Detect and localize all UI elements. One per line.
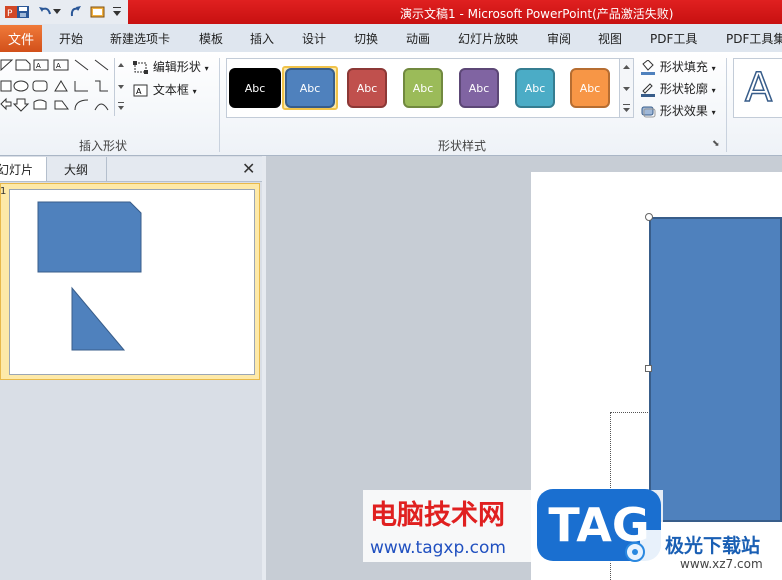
svg-text:A: A (136, 87, 142, 96)
shape-icons: A A (0, 59, 109, 112)
tab-template[interactable]: 模板 (199, 30, 223, 47)
window-title: 演示文稿1 - Microsoft PowerPoint(产品激活失败) (400, 7, 674, 21)
save-icon[interactable] (14, 3, 32, 21)
shape-effects-icon (641, 106, 656, 118)
tab-slides-label: 幻灯片 (0, 162, 33, 177)
watermark-site-url: www.tagxp.com (370, 538, 506, 558)
watermark-brand: 极光下载站 (665, 535, 761, 557)
watermark-brand-url: www.xz7.com (680, 557, 763, 571)
edit-shape-icon (133, 60, 148, 74)
customize-toolbar-icon[interactable] (110, 3, 124, 21)
tab-outline[interactable]: 大纲 (46, 157, 107, 181)
thumbnail-shapes (37, 201, 142, 351)
edit-shape-button[interactable]: 编辑形状 ▾ (133, 58, 209, 75)
undo-dropdown-icon[interactable] (52, 3, 62, 21)
text-box-label: 文本框 (152, 83, 189, 97)
group-separator (726, 58, 727, 152)
watermark-site-name: 电脑技术网 (370, 500, 505, 531)
dropdown-arrow-icon: ▾ (192, 87, 197, 96)
svg-text:A: A (56, 62, 61, 70)
tab-view[interactable]: 视图 (598, 30, 622, 47)
shape-style-6[interactable]: Abc (507, 66, 563, 110)
tab-pdf-tools[interactable]: PDF工具 (650, 30, 697, 47)
brand-logo-icon (625, 540, 645, 567)
edit-shape-label: 编辑形状 (152, 60, 201, 74)
dialog-launcher-icon[interactable]: ⬊ (712, 139, 720, 149)
shape-style-1[interactable]: Abc (227, 66, 283, 110)
tab-slideshow[interactable]: 幻灯片放映 (458, 30, 518, 47)
shape-style-4[interactable]: Abc (395, 66, 451, 110)
shape-fill-button[interactable]: 形状填充 ▾ (640, 58, 716, 75)
slide-number: 1 (0, 186, 7, 197)
shape-effects-button[interactable]: 形状效果 ▾ (640, 102, 716, 119)
tab-review[interactable]: 审阅 (547, 30, 571, 47)
shape-effects-label: 形状效果 (659, 104, 708, 118)
shape-style-scroll[interactable] (619, 58, 634, 118)
svg-text:P: P (7, 9, 13, 19)
group-separator (219, 58, 220, 152)
shapes-gallery-scroll[interactable] (114, 58, 127, 116)
close-panel-icon[interactable]: ✕ (242, 159, 255, 178)
tab-file[interactable]: 文件 (0, 25, 42, 52)
shape-style-swatch: Abc (403, 68, 443, 108)
dropdown-arrow-icon: ▾ (711, 86, 716, 95)
shape-style-swatch: Abc (229, 68, 281, 108)
tab-design[interactable]: 设计 (302, 30, 326, 47)
wordart-style-gallery[interactable]: A (733, 58, 782, 118)
shape-outline-button[interactable]: 形状轮廓 ▾ (640, 80, 716, 97)
shapes-gallery[interactable]: A A (0, 58, 120, 121)
group-label-shape-styles: 形状样式 (438, 139, 487, 153)
shape-style-swatch: Abc (285, 68, 335, 108)
slide-thumbnail[interactable] (9, 189, 255, 375)
tab-outline-label: 大纲 (63, 162, 88, 177)
shape-style-2-selected[interactable]: Abc (282, 66, 338, 110)
tab-slides[interactable]: 幻灯片 (0, 157, 47, 181)
tab-transition[interactable]: 切换 (354, 30, 378, 47)
resize-handle-top-left[interactable] (645, 213, 653, 221)
text-box-button[interactable]: A 文本框 ▾ (133, 81, 197, 98)
tab-pdf-toolset[interactable]: PDF工具集 (726, 30, 782, 47)
tab-insert[interactable]: 插入 (250, 30, 274, 47)
shape-style-5[interactable]: Abc (451, 66, 507, 110)
tab-animation[interactable]: 动画 (406, 30, 430, 47)
group-label-insert-shapes: 插入形状 (79, 139, 128, 153)
dropdown-arrow-icon: ▾ (711, 64, 716, 73)
redo-icon[interactable] (67, 3, 85, 21)
resize-handle-left[interactable] (645, 365, 652, 372)
shape-style-7[interactable]: Abc (562, 66, 618, 110)
tab-new-tab[interactable]: 新建选项卡 (110, 30, 170, 47)
paint-bucket-icon (641, 59, 655, 75)
shape-style-swatch: Abc (347, 68, 387, 108)
shape-style-swatch: Abc (459, 68, 499, 108)
text-box-icon: A (133, 84, 148, 96)
slideshow-icon[interactable] (89, 3, 107, 21)
shape-style-3[interactable]: Abc (339, 66, 395, 110)
dropdown-arrow-icon: ▾ (204, 64, 209, 73)
svg-text:A: A (36, 62, 41, 70)
wordart-letter: A (744, 64, 773, 112)
dropdown-arrow-icon: ▾ (711, 108, 716, 117)
shape-style-swatch: Abc (515, 68, 555, 108)
shape-style-swatch: Abc (570, 68, 610, 108)
tab-home[interactable]: 开始 (59, 30, 83, 47)
shape-fill-label: 形状填充 (659, 60, 708, 74)
pencil-icon (641, 83, 655, 97)
selected-rectangle-shape[interactable] (649, 217, 782, 522)
shape-outline-label: 形状轮廓 (659, 82, 708, 96)
